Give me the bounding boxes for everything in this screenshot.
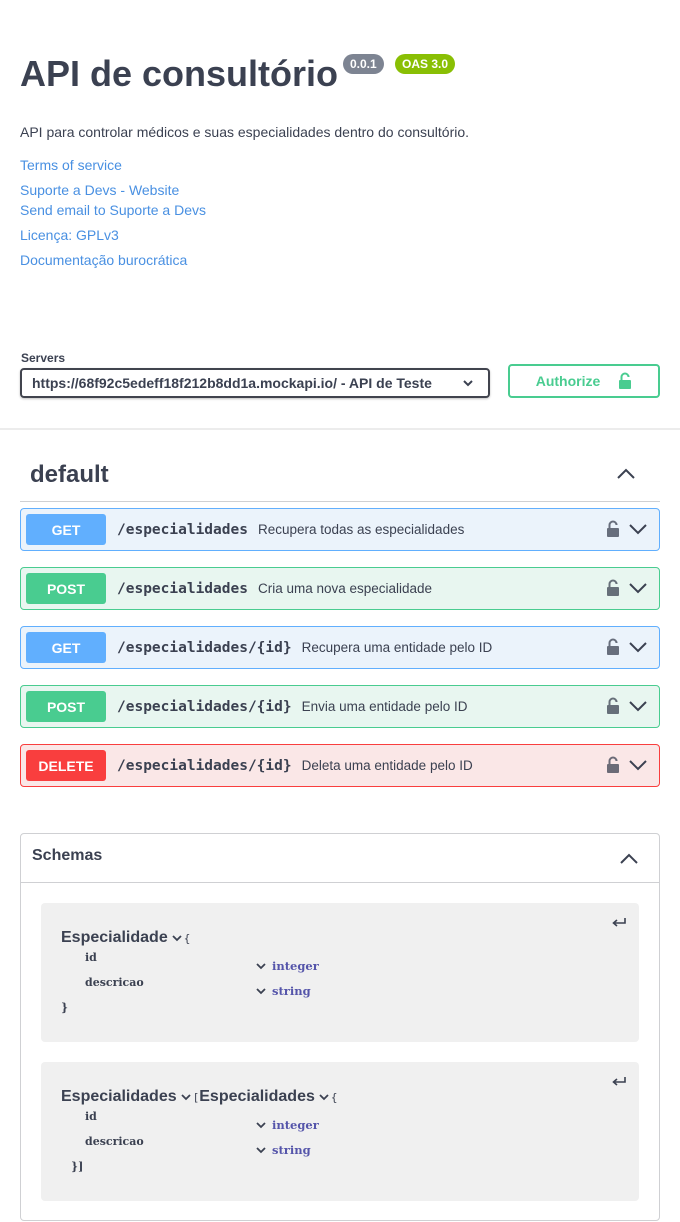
authorize-button[interactable]: Authorize <box>508 364 660 398</box>
chevron-up-icon <box>620 853 638 864</box>
chevron-down-icon <box>256 988 266 995</box>
chevron-down-icon <box>180 1094 191 1101</box>
property-type-label: string <box>272 984 311 998</box>
property-name: descricao <box>85 1135 144 1148</box>
chevron-down-icon <box>463 380 473 387</box>
lock-icon[interactable] <box>606 756 620 774</box>
return-icon[interactable] <box>611 1076 627 1088</box>
operation-summary: Deleta uma entidade pelo ID <box>301 758 473 773</box>
chevron-down-icon[interactable] <box>629 582 647 594</box>
method-badge: GET <box>26 514 106 545</box>
chevron-down-icon <box>319 1094 329 1101</box>
property-type-label: string <box>272 1143 311 1157</box>
chevron-down-icon <box>256 1147 266 1154</box>
website-link[interactable]: Suporte a Devs - Website <box>20 182 179 198</box>
schemas-title: Schemas <box>32 847 103 864</box>
tag-name: default <box>30 461 109 488</box>
server-select-value: https://68f92c5edeff18f212b8dd1a.mockapi… <box>32 375 432 391</box>
operation-delete-especialidade-by-id[interactable]: DELETE /especialidades/{id} Deleta uma e… <box>20 744 660 787</box>
method-badge: GET <box>26 632 106 663</box>
api-description: API para controlar médicos e suas especi… <box>20 124 470 140</box>
chevron-down-icon[interactable] <box>629 759 647 771</box>
email-link[interactable]: Send email to Suporte a Devs <box>20 202 206 218</box>
chevron-down-icon <box>256 963 266 970</box>
inner-model-name[interactable]: Especialidades <box>199 1088 315 1105</box>
schemas-header[interactable]: Schemas <box>21 834 659 883</box>
license-link[interactable]: Licença: GPLv3 <box>20 227 119 243</box>
operation-summary: Envia uma entidade pelo ID <box>301 699 468 714</box>
property-type-label: integer <box>272 1118 319 1132</box>
property-type[interactable]: integer <box>256 959 319 973</box>
property-name: id <box>85 951 97 964</box>
model-name: Especialidades <box>61 1088 177 1105</box>
method-badge: POST <box>26 573 106 604</box>
operation-post-especialidade-by-id[interactable]: POST /especialidades/{id} Envia uma enti… <box>20 685 660 728</box>
terms-of-service-link[interactable]: Terms of service <box>20 157 122 173</box>
authorize-label: Authorize <box>535 373 601 389</box>
operation-post-especialidades[interactable]: POST /especialidades Cria uma nova espec… <box>20 567 660 610</box>
chevron-down-icon[interactable] <box>629 641 647 653</box>
chevron-down-icon[interactable] <box>629 700 647 712</box>
oas-badge: OAS 3.0 <box>395 54 456 74</box>
chevron-up-icon <box>617 468 635 479</box>
operation-summary: Cria uma nova especialidade <box>257 581 433 596</box>
operation-summary: Recupera todas as especialidades <box>257 522 465 537</box>
method-badge: POST <box>26 691 106 722</box>
property-type[interactable]: string <box>256 984 311 998</box>
operation-path: /especialidades <box>117 580 248 597</box>
operation-summary: Recupera uma entidade pelo ID <box>301 640 493 655</box>
api-title-row: API de consultório 0.0.1 OAS 3.0 <box>20 52 456 100</box>
operation-get-especialidade-by-id[interactable]: GET /especialidades/{id} Recupera uma en… <box>20 626 660 669</box>
model-name: Especialidade <box>61 929 168 946</box>
operation-get-especialidades[interactable]: GET /especialidades Recupera todas as es… <box>20 508 660 551</box>
section-divider <box>0 428 680 430</box>
open-brace: { <box>330 1091 338 1104</box>
property-name: id <box>85 1110 97 1123</box>
operation-path: /especialidades/{id} <box>117 698 292 715</box>
model-toggle[interactable]: Especialidades [Especialidades{ <box>61 1088 338 1106</box>
property-name: descricao <box>85 976 144 989</box>
lock-icon[interactable] <box>606 638 620 656</box>
model-especialidades: Especialidades [Especialidades{ id intege… <box>41 1062 639 1201</box>
model-toggle[interactable]: Especialidade { <box>61 929 190 947</box>
property-type-label: integer <box>272 959 319 973</box>
operation-path: /especialidades/{id} <box>117 639 292 656</box>
method-badge: DELETE <box>26 750 106 781</box>
chevron-down-icon[interactable] <box>629 523 647 535</box>
model-especialidade: Especialidade { id integer descricao stri… <box>41 903 639 1042</box>
lock-icon[interactable] <box>606 579 620 597</box>
property-type[interactable]: integer <box>256 1118 319 1132</box>
lock-icon[interactable] <box>606 520 620 538</box>
lock-icon <box>619 372 632 389</box>
operation-path: /especialidades <box>117 521 248 538</box>
lock-icon[interactable] <box>606 697 620 715</box>
close-brace: }] <box>71 1160 84 1173</box>
property-type[interactable]: string <box>256 1143 311 1157</box>
return-icon[interactable] <box>611 917 627 929</box>
open-brace: { <box>183 932 191 945</box>
external-docs-link[interactable]: Documentação burocrática <box>20 252 187 268</box>
version-badge: 0.0.1 <box>343 54 384 74</box>
operation-path: /especialidades/{id} <box>117 757 292 774</box>
servers-label: Servers <box>21 351 66 365</box>
chevron-down-icon <box>172 935 182 942</box>
tag-header-default[interactable]: default <box>20 446 660 502</box>
close-brace: } <box>61 1001 69 1014</box>
schemas-section: Schemas Especialidade { id integer descri… <box>20 833 660 1221</box>
page-title: API de consultório <box>20 53 339 94</box>
chevron-down-icon <box>256 1122 266 1129</box>
server-select[interactable]: https://68f92c5edeff18f212b8dd1a.mockapi… <box>20 368 490 398</box>
